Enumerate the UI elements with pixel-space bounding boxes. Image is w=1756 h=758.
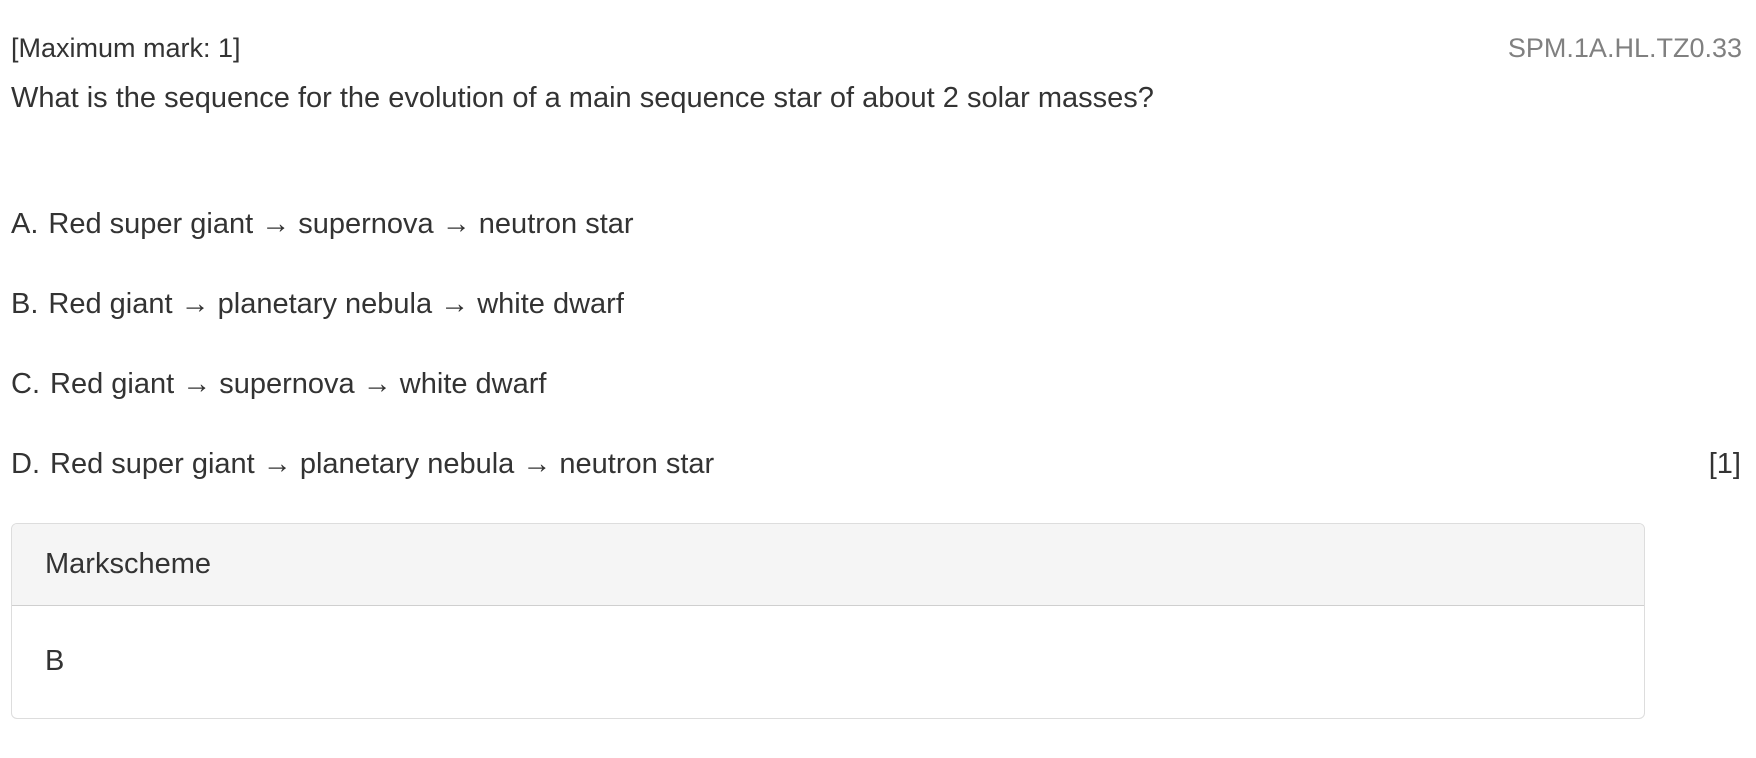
markscheme-panel: Markscheme B [11, 523, 1645, 719]
question-reference: SPM.1A.HL.TZ0.33 [1507, 33, 1742, 63]
markscheme-title: Markscheme [45, 548, 211, 580]
option-text: Red giant → planetary nebula → white dwa… [48, 288, 624, 320]
option-letter: B. [11, 288, 39, 320]
option-b: B. Red giant → planetary nebula → white d… [11, 285, 1741, 365]
option-letter: A. [11, 208, 39, 240]
mark-total: [1] [1708, 448, 1741, 480]
markscheme-answer: B [45, 645, 65, 677]
answer-options: A. Red super giant → supernova → neutron … [11, 205, 1741, 525]
option-letter: C. [11, 368, 40, 400]
markscheme-body: B [12, 606, 1644, 680]
question-text: What is the sequence for the evolution o… [11, 82, 1154, 114]
option-letter: D. [11, 448, 40, 480]
option-d: D. Red super giant → planetary nebula → n… [11, 445, 1741, 525]
option-text: Red super giant → supernova → neutron st… [48, 208, 634, 240]
option-text: Red super giant → planetary nebula → neu… [50, 448, 715, 480]
markscheme-heading[interactable]: Markscheme [12, 524, 1644, 606]
option-c: C. Red giant → supernova → white dwarf [11, 365, 1741, 445]
option-a: A. Red super giant → supernova → neutron … [11, 205, 1741, 285]
option-text: Red giant → supernova → white dwarf [50, 368, 547, 400]
maximum-mark: [Maximum mark: 1] [11, 33, 241, 63]
